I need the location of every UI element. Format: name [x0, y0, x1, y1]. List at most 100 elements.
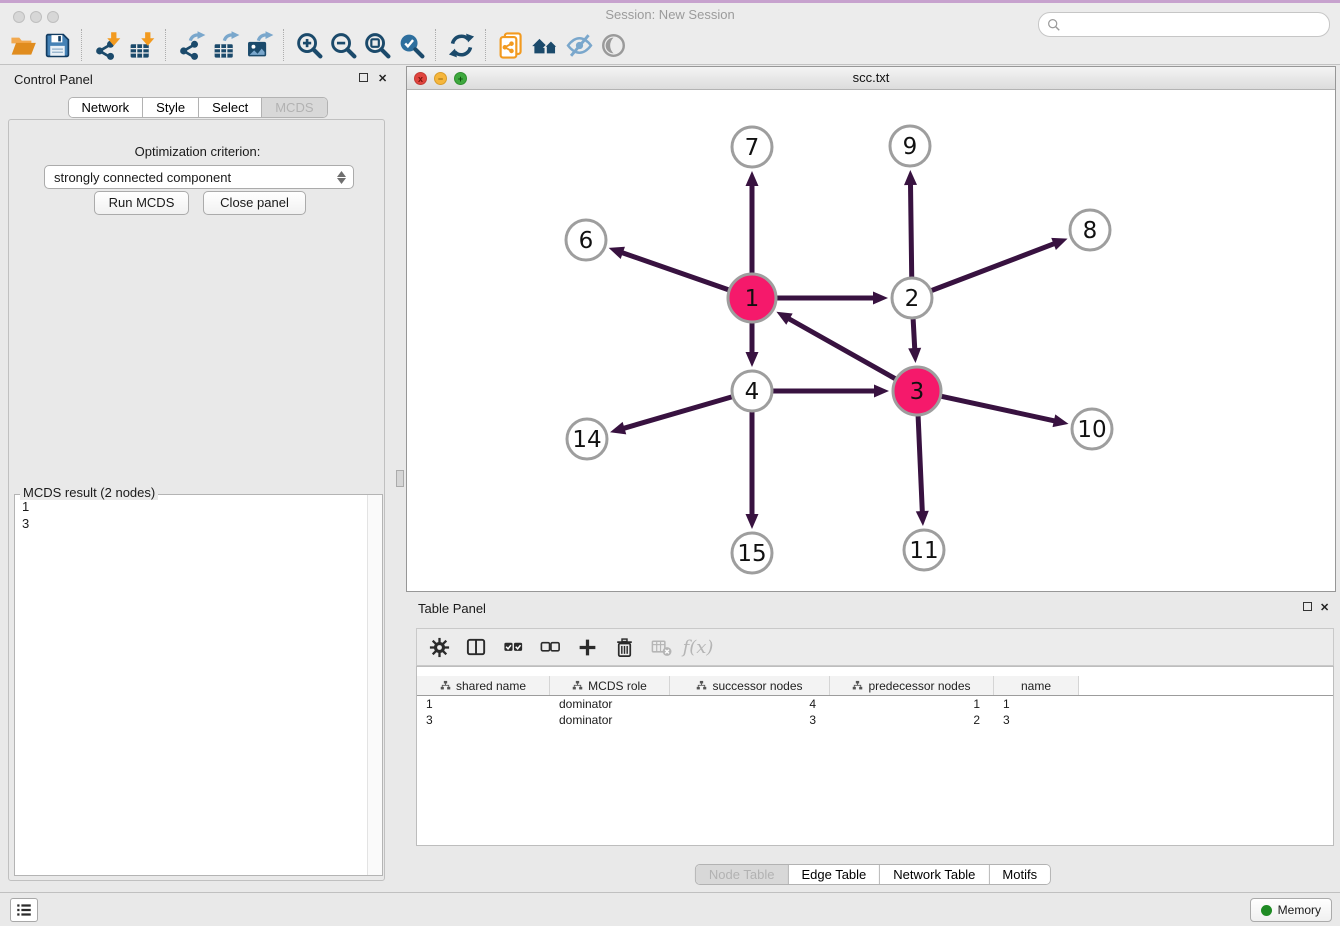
close-panel-button[interactable]: Close panel: [203, 191, 306, 215]
result-scrollbar[interactable]: [367, 495, 382, 875]
edge-arrowhead: [908, 348, 921, 363]
function-builder-button[interactable]: f(x): [683, 632, 713, 662]
zoom-out-icon: [329, 31, 358, 60]
create-column-button[interactable]: [572, 632, 602, 662]
control-tab-mcds[interactable]: MCDS: [262, 98, 326, 117]
open-session-button[interactable]: [6, 28, 40, 62]
edge-4-14[interactable]: [623, 397, 732, 429]
refresh-icon: [447, 31, 476, 60]
column-header-name[interactable]: name: [994, 676, 1079, 695]
table-cell: 1: [994, 697, 1079, 711]
refresh-view-button[interactable]: [444, 28, 478, 62]
control-tab-style[interactable]: Style: [143, 98, 199, 117]
table-tab-network-table[interactable]: Network Table: [880, 865, 989, 884]
show-columns-button[interactable]: [461, 632, 491, 662]
hide-graphics-details-button[interactable]: [562, 28, 596, 62]
trash-icon: [613, 636, 636, 659]
zoom-fit-button[interactable]: [360, 28, 394, 62]
close-table-panel-icon[interactable]: ✕: [1320, 602, 1332, 614]
table-cell: 1: [830, 697, 994, 711]
export-network-button[interactable]: [174, 28, 208, 62]
node-label-7: 7: [745, 135, 760, 161]
split-divider-grip[interactable]: [396, 470, 404, 487]
column-header-shared-name[interactable]: shared name: [417, 676, 550, 695]
toolbar-separator: [165, 29, 167, 61]
memory-button[interactable]: Memory: [1250, 898, 1332, 922]
edge-2-8[interactable]: [932, 243, 1056, 290]
gear-icon: [428, 636, 451, 659]
toolbar-separator: [283, 29, 285, 61]
network-view-window[interactable]: x − + scc.txt 7968124314101511: [406, 66, 1336, 592]
import-table-button[interactable]: [124, 28, 158, 62]
node-table[interactable]: shared nameMCDS role successor nodes prede…: [416, 666, 1334, 846]
edge-arrowhead: [873, 292, 888, 305]
column-label: name: [1021, 679, 1051, 693]
node-label-15: 15: [737, 541, 766, 567]
save-session-button[interactable]: [40, 28, 74, 62]
import-network-button[interactable]: [90, 28, 124, 62]
clone-network-button[interactable]: [494, 28, 528, 62]
table-cell: 4: [670, 697, 830, 711]
export-image-button[interactable]: [242, 28, 276, 62]
edge-arrowhead: [916, 511, 929, 526]
edge-3-1[interactable]: [788, 318, 896, 379]
edge-1-6[interactable]: [621, 252, 728, 290]
table-tab-edge-table[interactable]: Edge Table: [788, 865, 880, 884]
houses-button[interactable]: [528, 28, 562, 62]
toolbar-separator: [81, 29, 83, 61]
network-window-titlebar[interactable]: x − + scc.txt: [407, 67, 1335, 90]
node-label-9: 9: [903, 134, 918, 160]
select-stepper-icon: [332, 171, 350, 184]
columns-icon: [465, 636, 488, 659]
table-settings-button[interactable]: [424, 632, 454, 662]
edge-2-3[interactable]: [913, 319, 915, 350]
float-table-panel-icon[interactable]: [1303, 602, 1312, 611]
float-panel-icon[interactable]: [359, 73, 368, 82]
control-tab-network[interactable]: Network: [68, 98, 143, 117]
hierarchy-icon: [696, 680, 707, 691]
control-panel: Control Panel ✕ NetworkStyleSelectMCDS O…: [0, 66, 395, 892]
memory-status-icon: [1261, 905, 1272, 916]
show-graphics-details-button[interactable]: [596, 28, 630, 62]
close-panel-icon[interactable]: ✕: [378, 73, 390, 85]
task-history-button[interactable]: [10, 898, 38, 922]
delete-columns-button[interactable]: [609, 632, 639, 662]
mcds-result-box[interactable]: 1 3: [14, 494, 383, 876]
search-box[interactable]: [1038, 12, 1330, 37]
hierarchy-icon: [572, 680, 583, 691]
column-header-MCDS-role[interactable]: MCDS role: [550, 676, 670, 695]
edge-3-11[interactable]: [918, 416, 922, 513]
edge-2-9[interactable]: [910, 183, 911, 277]
selected-criterion: strongly connected component: [45, 170, 332, 185]
optimization-criterion-select[interactable]: strongly connected component: [44, 165, 354, 189]
table-tab-node-table[interactable]: Node Table: [696, 865, 789, 884]
column-header-successor-nodes[interactable]: successor nodes: [670, 676, 830, 695]
delete-table-button[interactable]: [646, 632, 676, 662]
run-mcds-button[interactable]: Run MCDS: [94, 191, 189, 215]
export-table-button[interactable]: [208, 28, 242, 62]
search-input[interactable]: [1065, 15, 1321, 35]
column-header-predecessor-nodes[interactable]: predecessor nodes: [830, 676, 994, 695]
zoom-selected-icon: [397, 31, 426, 60]
table-row[interactable]: 3dominator323: [417, 712, 1333, 728]
control-tab-select[interactable]: Select: [199, 98, 262, 117]
network-graph[interactable]: 7968124314101511: [408, 89, 1336, 591]
node-label-2: 2: [905, 286, 920, 312]
table-row[interactable]: 1dominator411: [417, 696, 1333, 712]
edge-arrowhead: [1053, 414, 1069, 427]
zoom-out-button[interactable]: [326, 28, 360, 62]
zoom-selected-button[interactable]: [394, 28, 428, 62]
search-icon: [1047, 18, 1061, 32]
table-cell: 1: [417, 697, 550, 711]
houses-icon: [531, 31, 560, 60]
column-label: successor nodes: [712, 679, 802, 693]
import-network-icon: [93, 31, 122, 60]
zoom-in-button[interactable]: [292, 28, 326, 62]
edge-arrowhead: [874, 385, 889, 398]
toolbar-separator: [435, 29, 437, 61]
control-panel-tabs: NetworkStyleSelectMCDS: [67, 97, 327, 118]
edge-3-10[interactable]: [941, 396, 1055, 421]
select-all-columns-button[interactable]: [498, 632, 528, 662]
deselect-all-columns-button[interactable]: [535, 632, 565, 662]
table-tab-motifs[interactable]: Motifs: [989, 865, 1050, 884]
